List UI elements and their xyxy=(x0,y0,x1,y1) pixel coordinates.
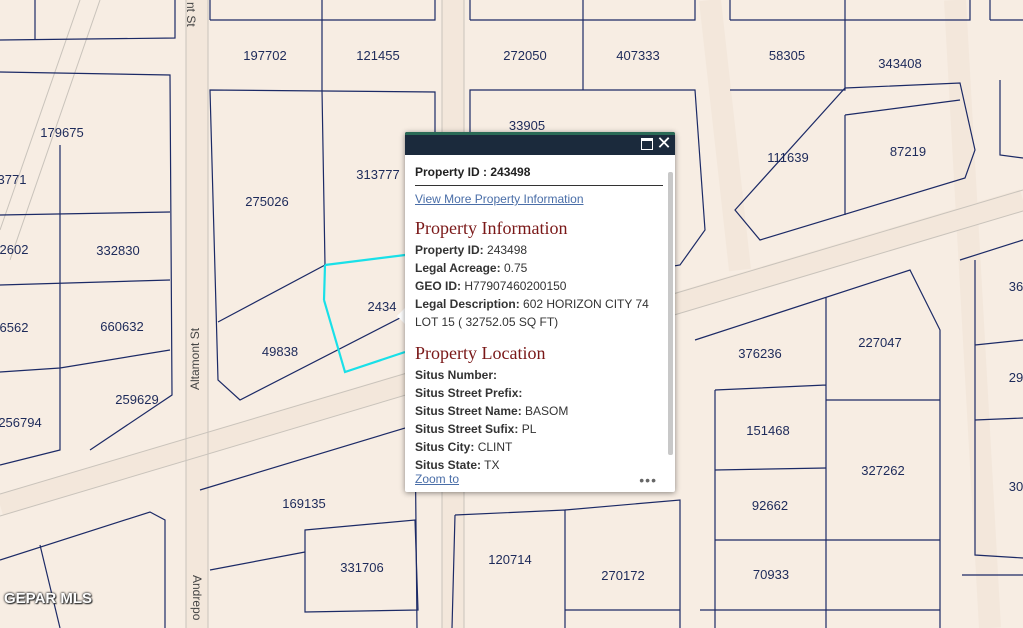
info-label: Legal Description: xyxy=(415,297,520,311)
parcel-label[interactable]: 331706 xyxy=(340,560,383,575)
info-row: Legal Acreage: 0.75 xyxy=(415,259,663,277)
info-row: GEO ID: H77907460200150 xyxy=(415,277,663,295)
parcel-label[interactable]: 256794 xyxy=(0,415,42,430)
location-row: Situs State: TX xyxy=(415,456,663,472)
location-label: Situs Street Name: xyxy=(415,404,522,418)
maximize-icon[interactable] xyxy=(641,138,653,150)
popup-pointer xyxy=(397,308,405,324)
zoom-to-link[interactable]: Zoom to xyxy=(415,472,459,486)
info-value: 0.75 xyxy=(503,261,528,275)
parcel-label[interactable]: 2434 xyxy=(368,299,397,314)
location-row: Situs Number: xyxy=(415,366,663,384)
property-location-list: Situs Number: Situs Street Prefix: Situs… xyxy=(415,366,663,472)
parcel-label[interactable]: 275026 xyxy=(245,194,288,209)
parcel-label[interactable]: 407333 xyxy=(616,48,659,63)
parcel-label[interactable]: 272050 xyxy=(503,48,546,63)
info-row: Property ID: 243498 xyxy=(415,241,663,259)
street-label-altamont: Altamont St xyxy=(188,327,202,390)
location-value: BASOM xyxy=(525,404,569,418)
street-label-andrepo: Andrepo xyxy=(190,575,204,621)
location-row: Situs Street Name: BASOM xyxy=(415,402,663,420)
parcel-label[interactable]: 121455 xyxy=(356,48,399,63)
street-label-nt-st: nt St xyxy=(184,2,198,27)
parcel-label[interactable]: 49838 xyxy=(262,344,298,359)
parcel-label[interactable]: 179675 xyxy=(40,125,83,140)
parcel-label[interactable]: 332830 xyxy=(96,243,139,258)
more-options-icon[interactable]: ••• xyxy=(639,472,657,488)
parcel-label[interactable]: 30 xyxy=(1009,479,1023,494)
parcel-label[interactable]: 327262 xyxy=(861,463,904,478)
close-icon[interactable]: ✕ xyxy=(656,135,672,153)
info-value: H77907460200150 xyxy=(464,279,567,293)
parcel-label[interactable]: 36 xyxy=(1009,279,1023,294)
popup-body[interactable]: Property ID : 243498 View More Property … xyxy=(415,162,663,472)
location-label: Situs Street Sufix: xyxy=(415,422,519,436)
parcel-label[interactable]: 343408 xyxy=(878,56,921,71)
parcel-label[interactable]: 33905 xyxy=(509,118,545,133)
popup-titlebar: ✕ xyxy=(405,132,675,155)
parcel-label[interactable]: 259629 xyxy=(115,392,158,407)
parcel-label[interactable]: 120714 xyxy=(488,552,531,567)
parcel-label[interactable]: 376236 xyxy=(738,346,781,361)
location-row: Situs Street Sufix: PL xyxy=(415,420,663,438)
location-label: Situs State: xyxy=(415,458,482,472)
parcel-label[interactable]: 169135 xyxy=(282,496,325,511)
location-label: Situs Number: xyxy=(415,368,498,382)
property-info-title: Property Information xyxy=(415,218,568,238)
parcel-label[interactable]: 111639 xyxy=(767,150,808,165)
location-row: Situs Street Prefix: xyxy=(415,384,663,402)
parcel-label[interactable]: 660632 xyxy=(100,319,143,334)
parcel-label[interactable]: 2602 xyxy=(0,242,28,257)
parcel-label[interactable]: 313777 xyxy=(356,167,399,182)
location-value: CLINT xyxy=(477,440,513,454)
parcel-label[interactable]: 58305 xyxy=(769,48,805,63)
view-more-link[interactable]: View More Property Information xyxy=(415,192,663,206)
location-row: Situs City: CLINT xyxy=(415,438,663,456)
parcel-label[interactable]: 6562 xyxy=(0,320,28,335)
parcel-label[interactable]: 151468 xyxy=(746,423,789,438)
location-value: PL xyxy=(521,422,537,436)
parcel-label[interactable]: 29 xyxy=(1009,370,1023,385)
parcel-label[interactable]: 87219 xyxy=(890,144,926,159)
info-row: Legal Description: 602 HORIZON CITY 74 L… xyxy=(415,295,663,331)
parcel-label[interactable]: 270172 xyxy=(601,568,644,583)
info-label: Legal Acreage: xyxy=(415,261,501,275)
parcel-label[interactable]: 197702 xyxy=(243,48,286,63)
parcel-label[interactable]: 3771 xyxy=(0,172,26,187)
parcel-label[interactable]: 227047 xyxy=(858,335,901,350)
info-label: GEO ID: xyxy=(415,279,462,293)
parcel-label[interactable]: 92662 xyxy=(752,498,788,513)
property-popup: ✕ Property ID : 243498 View More Propert… xyxy=(405,132,675,492)
info-label: Property ID: xyxy=(415,243,484,257)
info-value: 243498 xyxy=(487,243,528,257)
map-attribution: GEPAR MLS xyxy=(4,590,93,607)
popup-scrollbar[interactable] xyxy=(668,172,673,455)
popup-header: Property ID : 243498 xyxy=(415,162,663,186)
property-location-title: Property Location xyxy=(415,343,546,363)
location-value: TX xyxy=(484,458,500,472)
location-label: Situs Street Prefix: xyxy=(415,386,523,400)
parcel-label[interactable]: 70933 xyxy=(753,567,789,582)
location-label: Situs City: xyxy=(415,440,475,454)
property-info-list: Property ID: 243498 Legal Acreage: 0.75 … xyxy=(415,241,663,331)
